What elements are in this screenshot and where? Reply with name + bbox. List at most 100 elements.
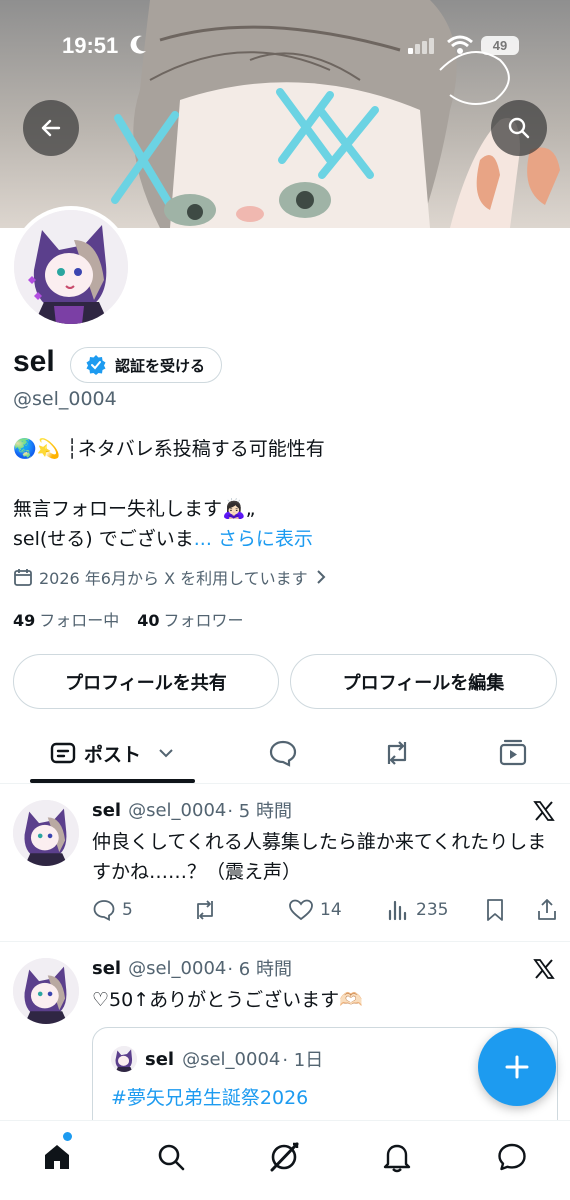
followers-label: フォロワー — [163, 611, 244, 630]
views-button[interactable]: 235 — [386, 895, 448, 925]
status-time: 19:51 — [62, 33, 119, 58]
profile-tabs: ポスト — [0, 724, 570, 784]
post-header: sel @sel_0004 · 5 時間 — [92, 797, 292, 823]
post-author-name[interactable]: sel — [92, 958, 121, 979]
moon-icon — [130, 35, 146, 54]
tab-media[interactable] — [485, 724, 541, 782]
tab-posts-label: ポスト — [83, 743, 141, 766]
active-tab-indicator — [30, 779, 195, 783]
tab-replies[interactable] — [255, 724, 311, 782]
get-verified-button[interactable]: 認証を受ける — [70, 347, 223, 383]
bookmark-button[interactable] — [484, 895, 506, 925]
quoted-post-header: sel @sel_0004 · 1日 — [111, 1046, 539, 1072]
share-icon — [538, 899, 556, 920]
post-item[interactable]: sel @sel_0004 · 5 時間 仲良くしてくれる人募集したら誰か来てく… — [0, 785, 570, 942]
bookmark-icon — [487, 899, 503, 921]
bio-line-3: sel(せる) でございま... さらに表示 — [13, 524, 553, 554]
avatar-illustration — [13, 800, 79, 866]
reply-count: 5 — [122, 900, 133, 920]
nav-grok[interactable] — [260, 1135, 308, 1179]
show-more-link[interactable]: さらに表示 — [218, 524, 313, 554]
profile-name: sel — [13, 345, 55, 378]
repost-icon — [197, 900, 213, 920]
video-icon — [499, 739, 527, 766]
x-logo-icon — [533, 801, 555, 821]
bio-line-2: 無言フォロー失礼します🙇🏻‍♀️„ — [13, 498, 256, 520]
x-logo-icon — [533, 959, 555, 979]
following-count: 49 — [13, 611, 36, 630]
post-text: 仲良くしてくれる人募集したら誰か来てくれたりしますかね……？（震え声） — [92, 831, 547, 883]
wifi-icon — [447, 35, 473, 54]
post-item[interactable]: sel @sel_0004 · 6 時間 ♡50↑ありがとうございます🫶🏻 se… — [0, 943, 570, 1137]
quoted-hashtag[interactable]: #夢矢兄弟生誕祭2026 — [111, 1084, 539, 1112]
post-author-name[interactable]: sel — [92, 800, 121, 821]
repost-icon — [387, 741, 407, 765]
quoted-author-name: sel — [145, 1048, 175, 1070]
chevron-right-icon — [316, 570, 326, 584]
status-bar: 19:51 49 — [0, 30, 570, 64]
bell-icon — [383, 1144, 411, 1173]
followers-count: 40 — [137, 611, 160, 630]
post-author-handle: @sel_0004 — [128, 957, 227, 979]
tab-posts[interactable]: ポスト — [30, 724, 195, 783]
reply-button[interactable]: 5 — [92, 895, 133, 925]
compose-plus-icon — [505, 1055, 529, 1079]
calendar-icon — [14, 569, 32, 586]
post-text: ♡50↑ありがとうございます🫶🏻 — [92, 989, 363, 1011]
profile-handle: @sel_0004 — [13, 388, 117, 410]
joined-text: 2026 年6月から X を利用しています — [39, 569, 308, 588]
quoted-post-time: · 1日 — [282, 1050, 324, 1071]
share-button[interactable] — [536, 895, 558, 925]
edit-profile-button[interactable]: プロフィールを編集 — [290, 654, 557, 709]
chevron-down-icon — [159, 749, 173, 758]
like-icon — [289, 899, 313, 921]
nav-messages[interactable] — [488, 1135, 536, 1179]
get-verified-label: 認証を受ける — [115, 356, 206, 375]
joined-date[interactable]: 2026 年6月から X を利用しています — [13, 565, 328, 589]
bio-ellipsis: ... — [193, 528, 212, 550]
repost-button[interactable] — [192, 895, 218, 925]
nav-notifications[interactable] — [373, 1135, 421, 1179]
search-icon — [158, 1144, 185, 1171]
quoted-avatar — [111, 1046, 137, 1072]
nav-home[interactable] — [33, 1135, 81, 1179]
reply-icon — [93, 900, 115, 921]
post-actions: 5 14 235 — [92, 895, 562, 925]
back-button[interactable] — [23, 100, 79, 156]
signal-icon — [408, 38, 434, 54]
home-icon — [45, 1145, 69, 1169]
compose-button[interactable] — [478, 1028, 556, 1106]
avatar-illustration — [14, 210, 128, 324]
post-avatar[interactable] — [13, 958, 79, 1024]
share-profile-button[interactable]: プロフィールを共有 — [13, 654, 279, 709]
reply-bubble-icon — [269, 740, 297, 767]
quoted-author-handle: @sel_0004 — [182, 1048, 281, 1070]
follow-stats: 49 フォロー中 40 フォロワー — [13, 607, 244, 631]
post-header: sel @sel_0004 · 6 時間 — [92, 955, 292, 981]
profile-banner[interactable]: 19:51 49 — [0, 0, 570, 228]
avatar-illustration — [111, 1046, 137, 1072]
nav-search[interactable] — [147, 1135, 195, 1179]
profile-avatar[interactable] — [10, 206, 132, 328]
battery-indicator: 49 — [481, 36, 519, 55]
search-icon — [508, 117, 530, 139]
search-button[interactable] — [491, 100, 547, 156]
home-notification-dot — [63, 1132, 72, 1141]
like-button[interactable]: 14 — [288, 895, 342, 925]
bio-line-3-text: sel(せる) でございま — [13, 528, 194, 550]
bio-line-1: 🌏💫 ┆ネタバレ系投稿する可能性有 — [13, 438, 325, 460]
avatar-illustration — [13, 958, 79, 1024]
back-arrow-icon — [41, 119, 61, 137]
post-time: · 5 時間 — [227, 801, 292, 822]
views-count: 235 — [416, 900, 449, 920]
post-avatar[interactable] — [13, 800, 79, 866]
like-count: 14 — [320, 900, 342, 920]
following-link[interactable]: 49 フォロー中 — [13, 607, 119, 631]
post-tab-icon — [50, 742, 76, 764]
post-author-handle: @sel_0004 — [128, 799, 227, 821]
views-icon — [388, 900, 407, 921]
tab-reposts[interactable] — [369, 724, 425, 782]
profile-bio: 🌏💫 ┆ネタバレ系投稿する可能性有 無言フォロー失礼します🙇🏻‍♀️„ sel(… — [13, 434, 553, 554]
followers-link[interactable]: 40 フォロワー — [137, 607, 243, 631]
grok-icon — [270, 1142, 299, 1172]
